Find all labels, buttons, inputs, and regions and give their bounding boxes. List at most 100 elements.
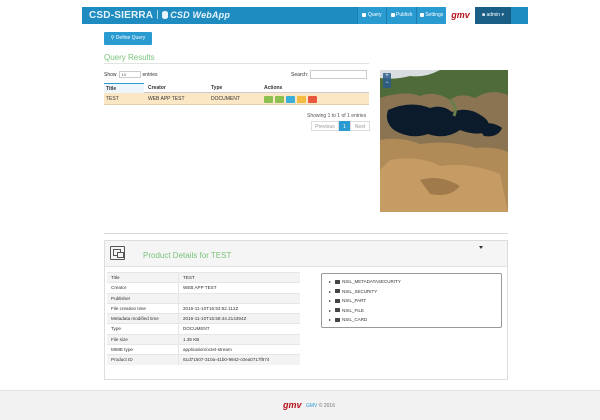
app-name: CSD WebApp bbox=[170, 10, 231, 20]
property-key: Title bbox=[111, 275, 120, 280]
property-row: Metadata modified time 2016-11-10T15:58:4… bbox=[107, 313, 300, 325]
zoom-in-button[interactable]: + bbox=[383, 73, 391, 80]
database-icon bbox=[162, 11, 169, 19]
results-table: Title Creator Type Actions TEST WEB APP … bbox=[104, 83, 369, 105]
property-value: 2016-11-10T15:58:44.214394Z bbox=[183, 316, 247, 322]
expand-arrow-icon[interactable] bbox=[329, 290, 331, 293]
map-zoom-control: + − bbox=[383, 73, 391, 88]
pagination: Previous 1 Next bbox=[311, 121, 370, 131]
folder-icon bbox=[335, 279, 340, 284]
footer-gmv-logo: gmv bbox=[283, 400, 302, 410]
search-input[interactable] bbox=[310, 70, 367, 79]
gmv-logo: gmv bbox=[446, 7, 475, 24]
tree-node-label: NSIL_FILE bbox=[342, 307, 365, 313]
nav-publish-button[interactable]: Publish bbox=[386, 7, 416, 24]
tree-node-label: NSIL_SECURITY bbox=[342, 288, 378, 294]
property-key: Type bbox=[111, 326, 121, 332]
view-action-icon[interactable] bbox=[264, 96, 273, 103]
cell-creator: WEB APP TEST bbox=[148, 96, 185, 102]
property-value: application/octet-stream bbox=[183, 347, 232, 353]
tree-node[interactable]: NSIL_PART bbox=[329, 298, 366, 303]
expand-arrow-icon[interactable] bbox=[329, 309, 331, 312]
brand-name: CSD-SIERRA bbox=[89, 10, 154, 21]
expand-arrow-icon[interactable] bbox=[329, 281, 331, 283]
property-key: File creation time bbox=[111, 305, 146, 311]
property-key: File size bbox=[111, 336, 128, 342]
page-1-button[interactable]: 1 bbox=[339, 121, 350, 131]
expand-arrow-icon[interactable] bbox=[329, 319, 331, 321]
property-value: WEB APP TEST bbox=[183, 285, 217, 291]
edit-action-icon[interactable] bbox=[297, 96, 306, 103]
tree-node[interactable]: NSIL_CARD bbox=[329, 317, 367, 322]
property-row: Publisher bbox=[107, 292, 300, 304]
nav-settings-button[interactable]: Settings bbox=[416, 7, 446, 24]
property-row: MIME type application/octet-stream bbox=[107, 344, 300, 356]
tree-node-label: NSIL_METADATASECURITY bbox=[342, 279, 401, 284]
define-query-label: Define Query bbox=[115, 35, 146, 41]
properties-table: Title TEST Creator WEB APP TEST Publisher … bbox=[107, 272, 300, 366]
property-row: Title TEST bbox=[107, 272, 300, 283]
property-value: 2016-11-10T15:53:52.112Z bbox=[183, 305, 239, 311]
cell-type: DOCUMENT bbox=[211, 96, 240, 102]
property-key: Metadata modified time bbox=[111, 316, 159, 322]
tree-node[interactable]: NSIL_SECURITY bbox=[329, 289, 377, 294]
property-row: File size 1.35 KB bbox=[107, 333, 300, 345]
user-menu[interactable]: ■ admin ▾ bbox=[475, 7, 511, 24]
zoom-out-button[interactable]: − bbox=[383, 80, 391, 87]
delete-action-icon[interactable] bbox=[308, 96, 317, 103]
show-label: Show bbox=[104, 71, 117, 78]
top-navbar: CSD-SIERRA CSD WebApp Query Publish Setti… bbox=[82, 7, 528, 24]
entries-label: entries bbox=[142, 71, 158, 78]
collapse-caret-icon[interactable] bbox=[479, 246, 483, 249]
next-button[interactable]: Next bbox=[350, 121, 370, 131]
property-row: File creation time 2016-11-10T15:53:52.11… bbox=[107, 302, 300, 314]
cell-title: TEST bbox=[106, 96, 119, 102]
map-view[interactable] bbox=[380, 70, 508, 212]
property-key: Product ID bbox=[111, 357, 133, 363]
folder-icon bbox=[335, 298, 340, 303]
property-row: Type DOCUMENT bbox=[107, 323, 300, 335]
property-value: TEST bbox=[183, 275, 195, 280]
divider bbox=[104, 63, 369, 64]
nav-query-button[interactable]: Query bbox=[357, 7, 386, 24]
expand-arrow-icon[interactable] bbox=[329, 300, 331, 302]
folder-icon bbox=[335, 317, 340, 322]
satellite-map-image bbox=[380, 70, 508, 212]
product-details-title: Product Details for TEST bbox=[143, 251, 232, 260]
tree-node[interactable]: NSIL_FILE bbox=[329, 308, 364, 313]
brand[interactable]: CSD-SIERRA CSD WebApp bbox=[89, 10, 230, 21]
column-creator[interactable]: Creator bbox=[148, 85, 166, 91]
search-icon bbox=[362, 12, 367, 17]
tree-node[interactable]: NSIL_METADATASECURITY bbox=[329, 279, 401, 284]
metadata-tree: NSIL_METADATASECURITY NSIL_SECURITY NSIL… bbox=[321, 273, 502, 328]
previous-button[interactable]: Previous bbox=[311, 121, 339, 131]
tree-node-label: NSIL_PART bbox=[342, 298, 367, 303]
table-row[interactable]: TEST WEB APP TEST DOCUMENT bbox=[104, 93, 369, 105]
product-details-panel: Product Details for TEST Title TEST Creat… bbox=[104, 240, 508, 380]
define-query-button[interactable]: ⚲ Define Query bbox=[104, 32, 152, 45]
column-title[interactable]: Title bbox=[104, 83, 144, 93]
windows-icon bbox=[110, 246, 125, 260]
tree-node-label: NSIL_CARD bbox=[342, 317, 368, 322]
query-results-title: Query Results bbox=[104, 53, 155, 62]
table-info: Showing 1 to 1 of 1 entries bbox=[307, 113, 367, 119]
property-value: DOCUMENT bbox=[183, 326, 210, 332]
page-size-select[interactable]: 10 bbox=[118, 71, 141, 78]
property-row: Creator WEB APP TEST bbox=[107, 282, 300, 294]
property-value: 61d71507-310a-41b0-9942-c0ea0717f874 bbox=[183, 357, 270, 363]
user-name: admin bbox=[486, 12, 501, 18]
column-type[interactable]: Type bbox=[211, 85, 222, 91]
property-key: MIME type bbox=[111, 347, 133, 353]
copyright-text: © 2016 bbox=[318, 403, 335, 409]
folder-icon bbox=[335, 308, 340, 312]
download-action-icon[interactable] bbox=[275, 96, 284, 103]
property-key: Creator bbox=[111, 285, 127, 291]
footer-brand-link[interactable]: GMV bbox=[306, 403, 317, 409]
upload-icon bbox=[390, 12, 395, 17]
info-action-icon[interactable] bbox=[286, 96, 295, 103]
property-row: Product ID 61d71507-310a-41b0-9942-c0ea07… bbox=[107, 354, 300, 366]
footer-copyright: GMV © 2016 bbox=[306, 403, 335, 409]
folder-icon bbox=[335, 289, 340, 293]
table-header: Title Creator Type Actions bbox=[104, 83, 369, 93]
page-size-control: Show 10 entries bbox=[104, 71, 158, 78]
